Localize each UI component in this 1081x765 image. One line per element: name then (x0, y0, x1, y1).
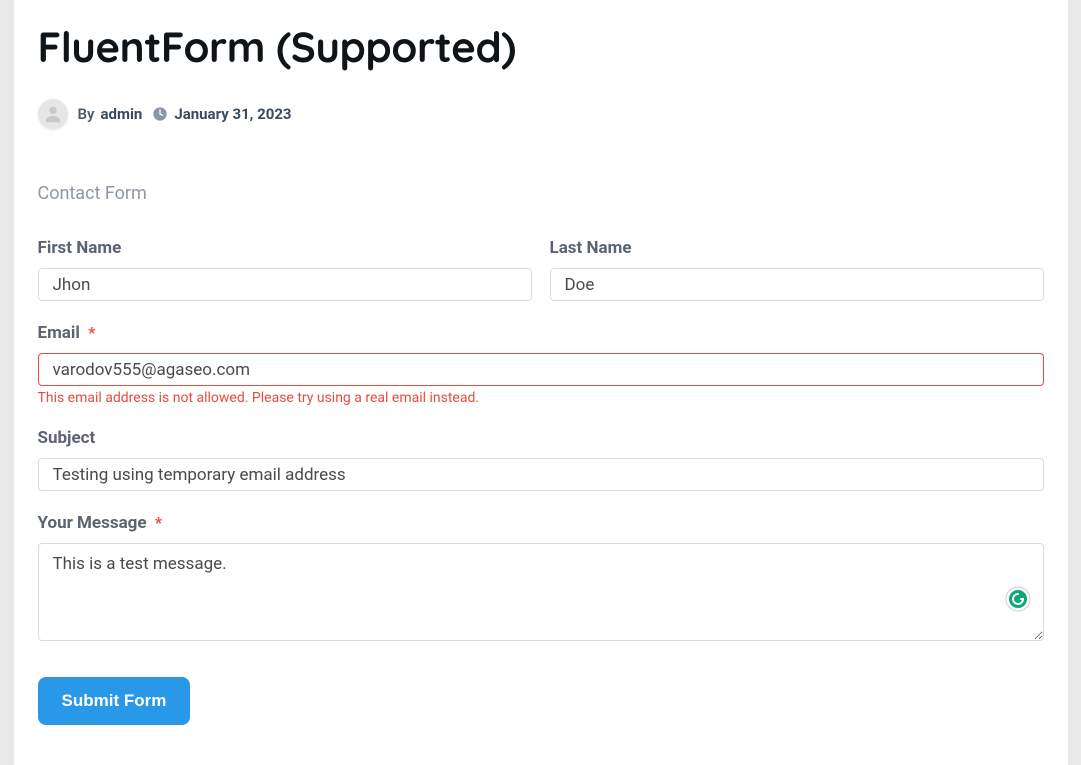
first-name-label: First Name (38, 238, 532, 258)
message-label-text: Your Message (38, 513, 147, 533)
subject-label: Subject (38, 428, 1044, 448)
by-label: By (78, 105, 95, 123)
required-indicator: * (155, 513, 162, 532)
subject-field[interactable] (38, 458, 1044, 491)
email-error-message: This email address is not allowed. Pleas… (38, 390, 1044, 406)
form-title: Contact Form (38, 183, 1044, 204)
first-name-field[interactable] (38, 268, 532, 301)
post-meta: By admin January 31, 2023 (38, 99, 1044, 129)
email-label-text: Email (38, 323, 80, 343)
clock-icon (152, 106, 168, 122)
message-field[interactable] (38, 543, 1044, 641)
submit-button[interactable]: Submit Form (38, 677, 191, 725)
avatar (38, 99, 68, 129)
page-title: FluentForm (Supported) (38, 20, 1044, 73)
last-name-label: Last Name (550, 238, 1044, 258)
post-author[interactable]: admin (100, 105, 142, 123)
email-field[interactable] (38, 353, 1044, 386)
last-name-field[interactable] (550, 268, 1044, 301)
message-label: Your Message * (38, 513, 1044, 533)
article-card: FluentForm (Supported) By admin January … (14, 0, 1068, 765)
required-indicator: * (88, 323, 95, 342)
grammarly-icon[interactable] (1004, 585, 1032, 613)
post-date: January 31, 2023 (174, 105, 291, 123)
email-label: Email * (38, 323, 1044, 343)
